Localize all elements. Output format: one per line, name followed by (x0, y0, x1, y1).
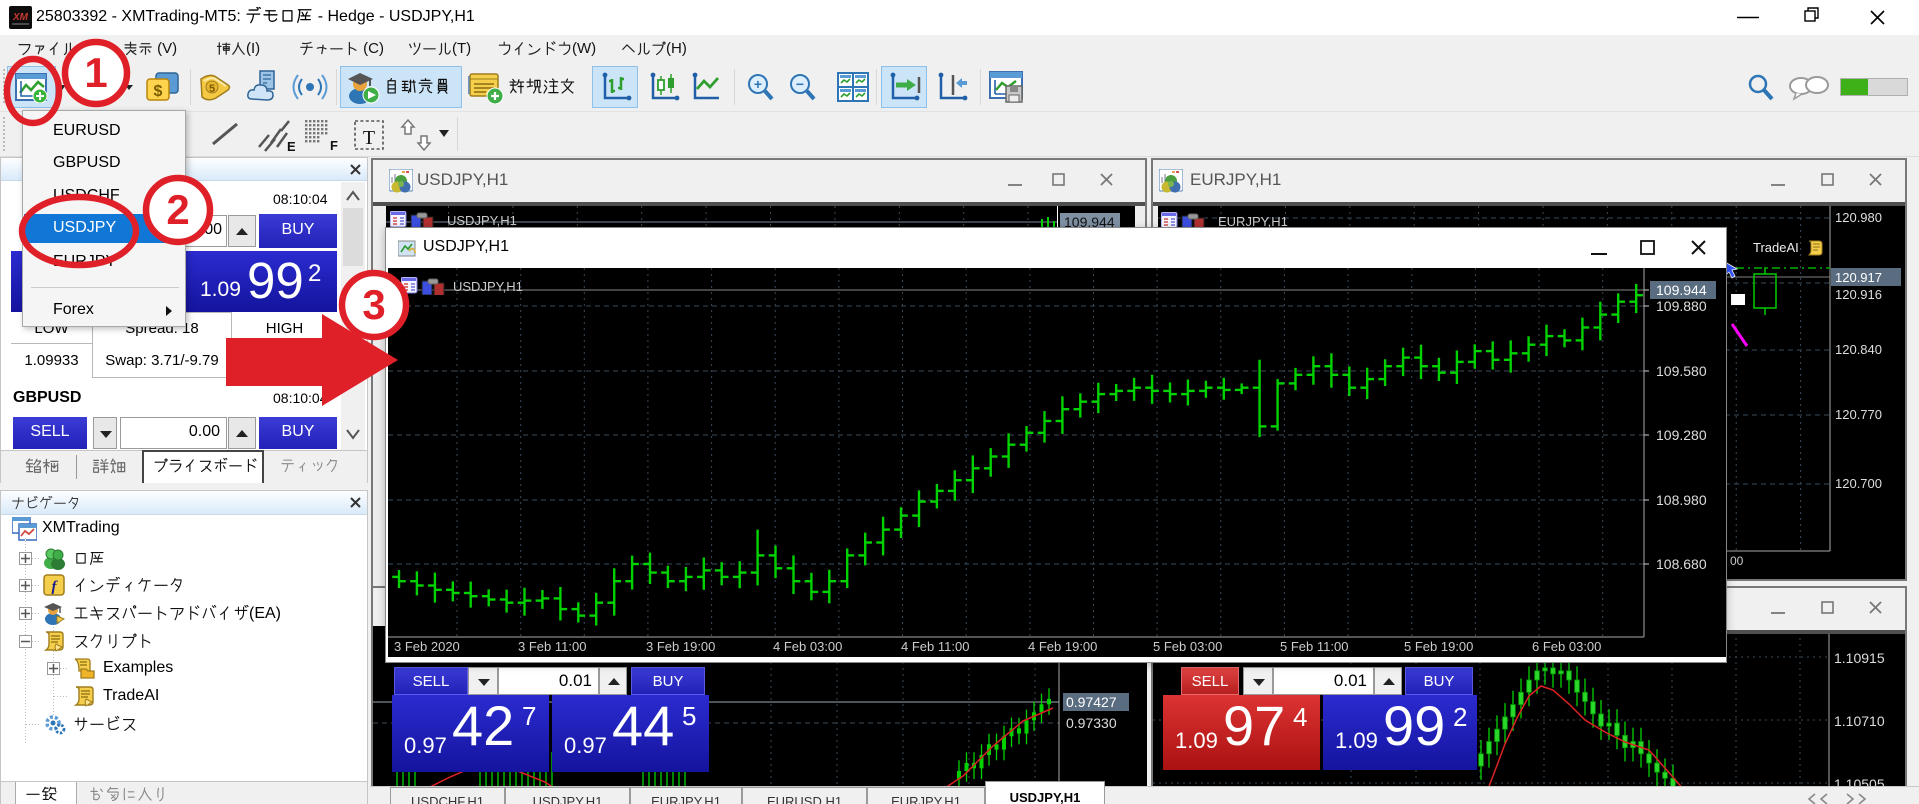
svg-text:F: F (330, 138, 338, 152)
svg-text:T: T (363, 127, 375, 149)
svg-text:$: $ (154, 83, 163, 100)
svg-text:−: − (796, 76, 804, 92)
svg-text:E: E (287, 139, 295, 153)
svg-text:5: 5 (209, 83, 215, 95)
svg-text:+: + (754, 76, 762, 92)
svg-text:XM: XM (12, 12, 29, 23)
